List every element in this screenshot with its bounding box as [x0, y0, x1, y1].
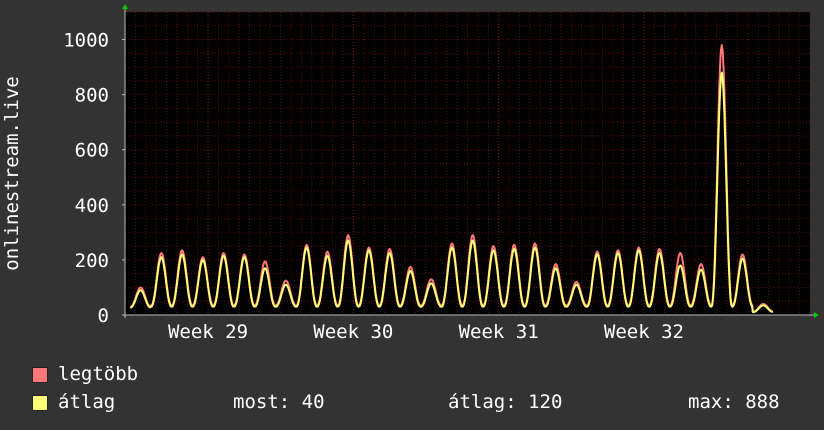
stat-maximum: max: 888: [688, 391, 780, 413]
x-tick-label: Week 29: [168, 321, 248, 343]
stat-average: átlag: 120: [448, 391, 563, 413]
legend-row-avg: átlag most: 40 átlag: 120 max: 888: [0, 391, 824, 415]
y-tick-label: 0: [98, 305, 109, 327]
y-axis-label: onlinestream.live: [1, 76, 23, 270]
legend-swatch-max: [32, 367, 48, 383]
legend-swatch-avg: [32, 395, 48, 411]
legend-label-avg: átlag: [58, 391, 116, 413]
x-axis-arrow: [814, 312, 819, 318]
y-tick-label: 600: [75, 140, 109, 162]
x-tick-label: Week 32: [604, 321, 684, 343]
y-tick-label: 400: [75, 195, 109, 217]
y-tick-label: 200: [75, 250, 109, 272]
x-tick-label: Week 30: [313, 321, 393, 343]
y-tick-label: 1000: [63, 30, 109, 52]
legend-row-max: legtöbb: [0, 363, 824, 387]
y-tick-label: 800: [75, 85, 109, 107]
legend-label-max: legtöbb: [58, 363, 139, 385]
x-tick-label: Week 31: [459, 321, 539, 343]
stat-current: most: 40: [233, 391, 325, 413]
y-axis-arrow: [122, 4, 128, 9]
